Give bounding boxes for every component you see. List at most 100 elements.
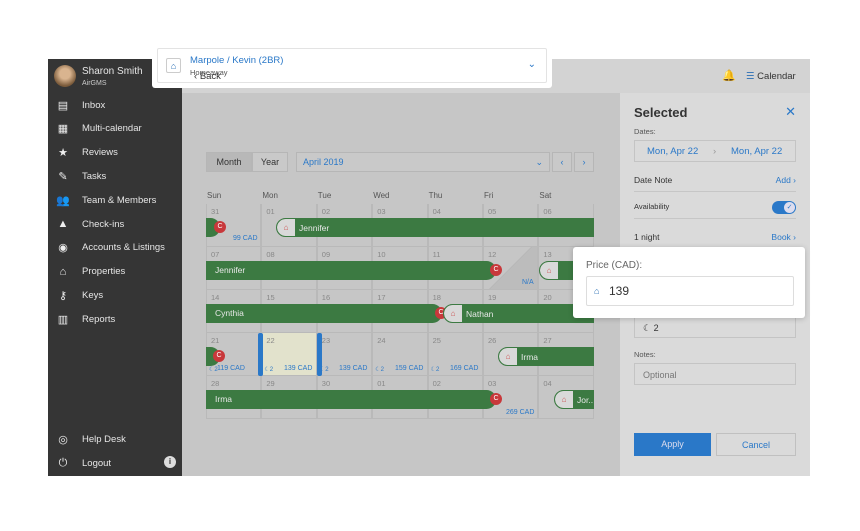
availability-toggle[interactable]: ✓ — [772, 201, 796, 214]
tab-year[interactable]: Year — [252, 152, 288, 172]
price-label: 159 CAD — [395, 365, 424, 372]
moon-icon: ☾ — [643, 323, 652, 333]
cancel-button[interactable]: Cancel — [716, 433, 796, 456]
selection-handle-right[interactable] — [317, 333, 322, 376]
sidebar-item-team-members[interactable]: 👥 Team & Members — [48, 188, 182, 212]
day-number: 05 — [488, 207, 497, 216]
sidebar-item-label: Reviews — [82, 147, 118, 159]
price-label: 269 CAD — [506, 409, 535, 416]
checkout-badge: C — [213, 350, 225, 362]
booking-bar[interactable]: Cynthia — [206, 304, 442, 323]
booking-bar[interactable]: ⌂ Jennifer — [276, 218, 594, 237]
prev-month-button[interactable]: ‹ — [552, 152, 572, 172]
sidebar-item-label: Multi-calendar — [82, 123, 142, 135]
booking-bar[interactable]: Jennifer — [206, 261, 496, 280]
team-icon: 👥 — [56, 194, 70, 207]
guest-name: Cynthia — [215, 308, 244, 318]
day-number: 23 — [321, 336, 331, 345]
nights-label: 1 night — [634, 232, 660, 242]
booking-bar[interactable]: ⌂ Nathan — [443, 304, 594, 323]
panel-title: Selected — [634, 105, 688, 120]
notes-label: Notes: — [634, 350, 656, 359]
date-note-row: Date Note Add › — [634, 168, 796, 192]
sidebar-item-reports[interactable]: ▥ Reports — [48, 307, 182, 331]
close-icon[interactable]: ✕ — [785, 104, 796, 120]
notes-input[interactable]: Optional — [634, 363, 796, 385]
moon-icon: ☾2 — [264, 367, 274, 373]
info-icon[interactable]: i — [164, 456, 176, 468]
sidebar-item-label: Properties — [82, 266, 126, 278]
sidebar-item-inbox[interactable]: ▤ Inbox — [48, 93, 182, 117]
booking-bar[interactable]: Irma — [206, 390, 496, 409]
day-number: 03 — [488, 379, 497, 388]
selection-handle-left[interactable] — [258, 333, 263, 376]
bell-desk-icon: ▲ — [57, 218, 69, 230]
back-button[interactable]: ‹ Back — [194, 71, 221, 82]
home-icon: ⌂ — [59, 265, 67, 278]
price-popup: Price (CAD): ⌂ 139 — [573, 247, 805, 318]
sidebar-item-properties[interactable]: ⌂ Properties — [48, 260, 182, 284]
date-from: Mon, Apr 22 — [647, 146, 699, 157]
day-number: 14 — [211, 293, 220, 302]
price-label: 99 CAD — [233, 235, 258, 242]
booking-bar[interactable]: ⌂ Irma — [498, 347, 594, 366]
checkout-badge: C — [490, 393, 502, 405]
back-label: Back — [199, 71, 221, 82]
day-number: 04 — [543, 379, 552, 388]
sidebar-item-accounts-listings[interactable]: ◉ Accounts & Listings — [48, 236, 182, 260]
inbox-icon: ▤ — [57, 99, 69, 112]
day-number: 26 — [488, 336, 497, 345]
day-number: 28 — [211, 379, 220, 388]
user-org: AirGMS — [82, 80, 107, 87]
guest-name: Jennifer — [299, 223, 330, 233]
dates-field[interactable]: Mon, Apr 22 › Mon, Apr 22 — [634, 140, 796, 162]
day-number: 30 — [321, 379, 331, 388]
checkout-badge: C — [490, 264, 502, 276]
bell-icon[interactable]: 🔔 — [722, 69, 736, 82]
nights-row: 1 night Book › — [634, 225, 796, 249]
tab-month[interactable]: Month — [206, 152, 252, 172]
sidebar-item-label: Inbox — [82, 99, 106, 111]
calendar-label: Calendar — [757, 71, 796, 82]
sidebar-item-multi-calendar[interactable]: ▦ Multi-calendar — [48, 117, 182, 141]
add-date-note-link[interactable]: Add › — [776, 168, 796, 192]
day-number: 29 — [266, 379, 275, 388]
sidebar-item-label: Tasks — [82, 170, 107, 182]
sidebar-item-keys[interactable]: ⚷ Keys — [48, 283, 182, 307]
book-link[interactable]: Book › — [771, 225, 796, 249]
day-number: 03 — [377, 207, 386, 216]
sidebar-item-logout[interactable]: ⏻ Logout i — [48, 451, 182, 475]
day-number: 27 — [543, 336, 552, 345]
price-input[interactable]: ⌂ 139 — [586, 276, 794, 306]
sidebar-item-label: Accounts & Listings — [82, 242, 165, 254]
period-select[interactable]: April 2019 ⌄ — [296, 152, 550, 172]
airbnb-icon: ⌂ — [540, 262, 558, 279]
guest-name: Irma — [215, 394, 232, 404]
moon-icon: ☾2 — [430, 367, 440, 373]
price-label: 139 CAD — [284, 365, 313, 372]
homeaway-icon: ⌂ — [166, 58, 181, 73]
day-number: 06 — [543, 207, 552, 216]
day-number: 24 — [377, 336, 386, 345]
sidebar-item-label: Reports — [82, 313, 116, 325]
checkout-badge: C — [214, 221, 226, 233]
day-number: 19 — [488, 293, 497, 302]
chevron-down-icon: ⌄ — [527, 59, 536, 70]
sidebar-item-help-desk[interactable]: ◎ Help Desk — [48, 427, 182, 451]
apply-button[interactable]: Apply — [634, 433, 711, 456]
day-number: 25 — [432, 336, 441, 345]
sidebar-item-tasks[interactable]: ✎ Tasks — [48, 164, 182, 188]
day-number: 08 — [266, 250, 275, 259]
sidebar-item-reviews[interactable]: ★ Reviews — [48, 141, 182, 165]
calendar-icon: ▦ — [57, 123, 69, 136]
moon-icon: ☾2 — [209, 367, 218, 373]
avatar[interactable] — [54, 65, 76, 87]
next-month-button[interactable]: › — [574, 152, 594, 172]
calendar-button[interactable]: ☰ Calendar — [746, 71, 796, 82]
sidebar-item-check-ins[interactable]: ▲ Check-ins — [48, 212, 182, 236]
day-number: 22 — [266, 336, 275, 345]
day-number: 10 — [377, 250, 386, 259]
guest-name: Jennifer — [215, 265, 246, 275]
booking-bar[interactable]: ⌂ Jor... — [554, 390, 594, 409]
min-stay-field[interactable]: ☾ 2 — [634, 316, 796, 338]
